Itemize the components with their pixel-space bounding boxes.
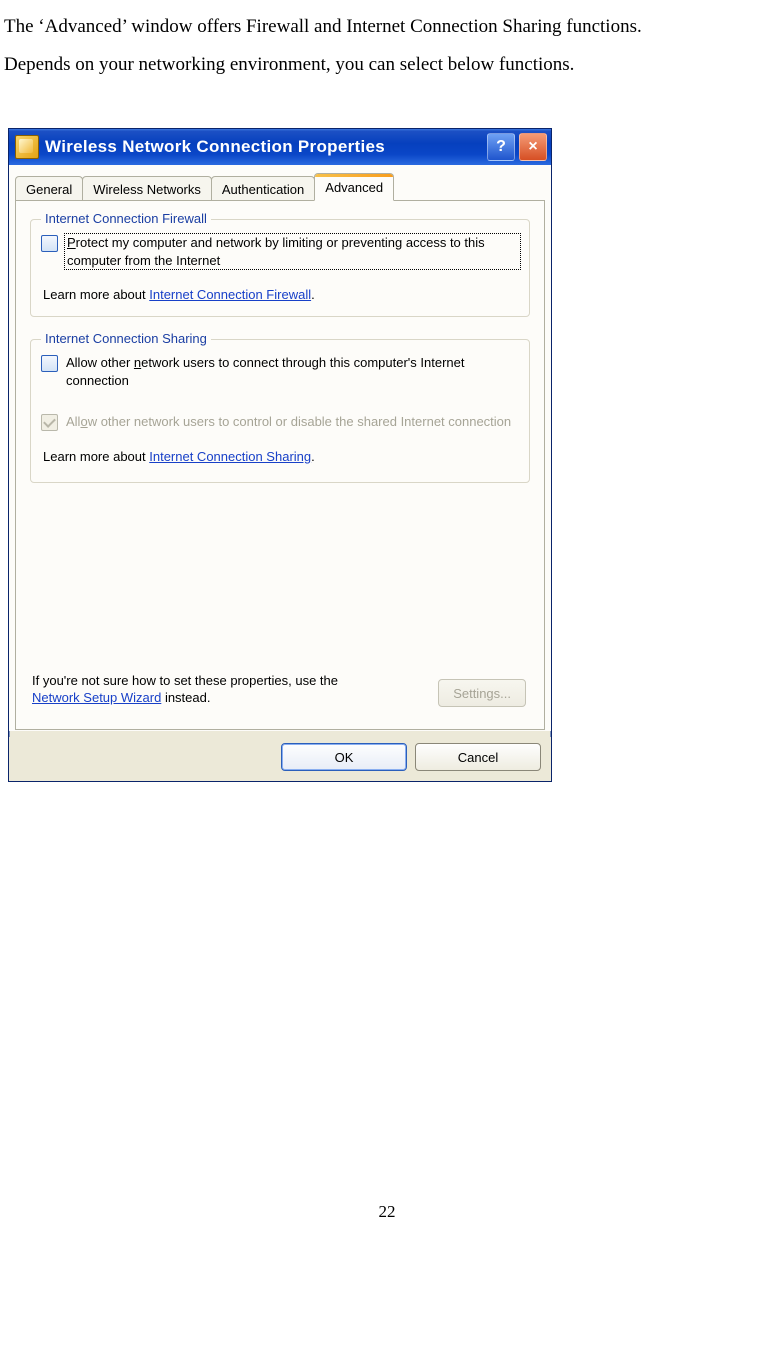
group-firewall: Internet Connection Firewall Protect my …: [30, 219, 530, 317]
checkbox-allow-control-label: Allow other network users to control or …: [66, 413, 511, 431]
properties-dialog: Wireless Network Connection Properties ?…: [8, 128, 552, 782]
settings-button: Settings...: [438, 679, 526, 707]
link-firewall-help[interactable]: Internet Connection Firewall: [149, 287, 311, 302]
window-icon: [15, 135, 39, 159]
tab-auth-label: Authentication: [222, 182, 304, 197]
tab-advanced-label: Advanced: [325, 180, 383, 195]
tab-wireless-networks[interactable]: Wireless Networks: [82, 176, 212, 202]
bottom-note: If you're not sure how to set these prop…: [32, 672, 362, 707]
window-title: Wireless Network Connection Properties: [45, 137, 487, 157]
doc-line-2: Depends on your networking environment, …: [4, 54, 574, 75]
checkbox-protect-computer-label: Protect my computer and network by limit…: [64, 233, 521, 270]
document-paragraph: The ‘Advanced’ window offers Firewall an…: [0, 0, 774, 84]
titlebar[interactable]: Wireless Network Connection Properties ?…: [9, 129, 551, 165]
ok-button[interactable]: OK: [281, 743, 407, 771]
ok-button-label: OK: [335, 750, 354, 765]
learn-firewall: Learn more about Internet Connection Fir…: [43, 287, 519, 302]
link-network-setup-wizard[interactable]: Network Setup Wizard: [32, 690, 161, 705]
tab-panel-advanced: Internet Connection Firewall Protect my …: [15, 200, 545, 730]
tab-general-label: General: [26, 182, 72, 197]
cancel-button[interactable]: Cancel: [415, 743, 541, 771]
help-button[interactable]: ?: [487, 133, 515, 161]
tab-general[interactable]: General: [15, 176, 83, 202]
tab-wireless-label: Wireless Networks: [93, 182, 201, 197]
doc-line-1: The ‘Advanced’ window offers Firewall an…: [4, 16, 642, 37]
learn-sharing: Learn more about Internet Connection Sha…: [43, 449, 519, 464]
help-icon: ?: [496, 138, 506, 156]
group-firewall-legend: Internet Connection Firewall: [41, 211, 211, 226]
checkbox-allow-connect[interactable]: [41, 355, 58, 372]
tab-strip: General Wireless Networks Authentication…: [9, 165, 551, 201]
group-sharing-legend: Internet Connection Sharing: [41, 331, 211, 346]
close-icon: ×: [528, 138, 537, 156]
page-number: 22: [0, 1202, 774, 1242]
close-button[interactable]: ×: [519, 133, 547, 161]
cancel-button-label: Cancel: [458, 750, 498, 765]
checkbox-allow-control: [41, 414, 58, 431]
dialog-button-row: OK Cancel: [9, 737, 551, 781]
checkbox-protect-computer[interactable]: [41, 235, 58, 252]
link-sharing-help[interactable]: Internet Connection Sharing: [149, 449, 311, 464]
tab-authentication[interactable]: Authentication: [211, 176, 315, 202]
tab-advanced[interactable]: Advanced: [314, 173, 394, 201]
checkbox-allow-connect-label: Allow other network users to connect thr…: [66, 354, 519, 389]
group-sharing: Internet Connection Sharing Allow other …: [30, 339, 530, 483]
settings-button-label: Settings...: [453, 686, 511, 701]
